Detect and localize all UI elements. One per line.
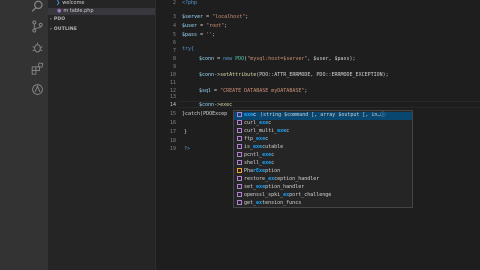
suggest-item[interactable]: PharExeption <box>234 167 412 176</box>
suggest-item[interactable]: curl_exec <box>234 119 412 128</box>
code-line: $conn->setAttribute(PDO::ATTR_ERRMODE, P… <box>199 72 389 78</box>
search-icon[interactable] <box>31 0 44 13</box>
line-number: 10 <box>169 72 176 78</box>
function-icon <box>237 135 242 141</box>
function-icon <box>237 191 242 197</box>
code-line: }catch(PDOExcep <box>182 111 228 117</box>
line-number: 17 <box>169 129 176 135</box>
source-control-icon[interactable] <box>31 20 44 33</box>
suggest-item[interactable]: openssl_spki_export_challenge <box>234 191 412 200</box>
activity-bar <box>0 0 48 270</box>
function-icon <box>237 151 242 157</box>
code-line: try{ <box>182 46 195 52</box>
function-icon <box>237 143 242 149</box>
file-label: welcome <box>62 0 85 6</box>
file-item-welcome[interactable]: ❯ welcome <box>56 0 85 7</box>
code-line: <?php <box>182 0 198 6</box>
line-number: 11 <box>169 80 176 86</box>
class-icon <box>237 167 242 173</box>
function-icon <box>237 199 242 205</box>
php-icon: ● <box>57 8 62 14</box>
line-number: 6 <box>172 40 176 46</box>
debug-icon[interactable] <box>31 41 44 54</box>
line-number-gutter: 2 3 4 5 6 7 8 9 10 11 12 13 14 15 16 17 … <box>156 0 178 270</box>
line-number: 18 <box>169 138 176 144</box>
code-line: $sql = "CREATE DATABASE myDATABASE"; <box>199 88 308 94</box>
line-number: 16 <box>169 120 176 126</box>
vscode-icon: ❯ <box>56 0 61 6</box>
code-line: $conn = new PDO("mysql:host=$server", $u… <box>199 56 356 62</box>
suggest-item[interactable]: get_extension_funcs <box>234 199 412 208</box>
autocomplete-suggest-widget[interactable]: exec (string $command [, array $output [,… <box>233 110 413 208</box>
line-number: 8 <box>172 56 176 62</box>
suggest-item[interactable]: set_exeption_handler <box>234 183 412 192</box>
line-number: 7 <box>172 48 176 54</box>
section-outline[interactable]: › OUTLINE <box>50 27 77 32</box>
function-icon <box>237 183 242 189</box>
section-pdo[interactable]: › PDO <box>50 17 65 22</box>
line-number: 15 <box>169 111 176 117</box>
function-icon <box>237 159 242 165</box>
remote-icon[interactable] <box>31 83 44 96</box>
suggest-item[interactable]: exec (string $command [, array $output [,… <box>234 111 412 120</box>
code-line: } <box>184 129 188 135</box>
extensions-icon[interactable] <box>31 62 44 75</box>
suggest-item[interactable]: is_executable <box>234 143 412 152</box>
line-number: 9 <box>172 64 176 70</box>
function-icon <box>237 175 242 181</box>
line-number: 3 <box>172 14 176 20</box>
file-label: m table.php <box>63 8 94 14</box>
line-number-active: 14 <box>169 102 176 108</box>
suggest-item[interactable]: restore_exception_handler <box>234 175 412 184</box>
line-number: 4 <box>172 23 176 29</box>
code-line: ?> <box>184 146 191 152</box>
function-icon <box>237 119 242 125</box>
code-line-active: $conn->exec <box>199 102 233 108</box>
suggest-item[interactable]: shell_exec <box>234 159 412 168</box>
code-line: $server = "localhost"; <box>182 14 249 20</box>
explorer-sidebar: ❯ welcome ● m table.php › PDO › OUTLINE <box>48 0 155 270</box>
function-icon <box>237 111 242 117</box>
function-icon <box>237 127 242 133</box>
line-number: 19 <box>169 146 176 152</box>
suggest-item[interactable]: curl_multi_exec <box>234 127 412 136</box>
suggest-item[interactable]: pcntl_exec <box>234 151 412 160</box>
line-number: 5 <box>172 32 176 38</box>
code-line: $user = "root"; <box>182 23 228 29</box>
suggest-item[interactable]: ftp_exec <box>234 135 412 144</box>
file-item-table-php[interactable]: ● m table.php <box>48 8 155 15</box>
line-number: 13 <box>169 94 176 100</box>
line-number: 2 <box>172 0 176 6</box>
code-line: $pass = ''; <box>182 32 216 38</box>
